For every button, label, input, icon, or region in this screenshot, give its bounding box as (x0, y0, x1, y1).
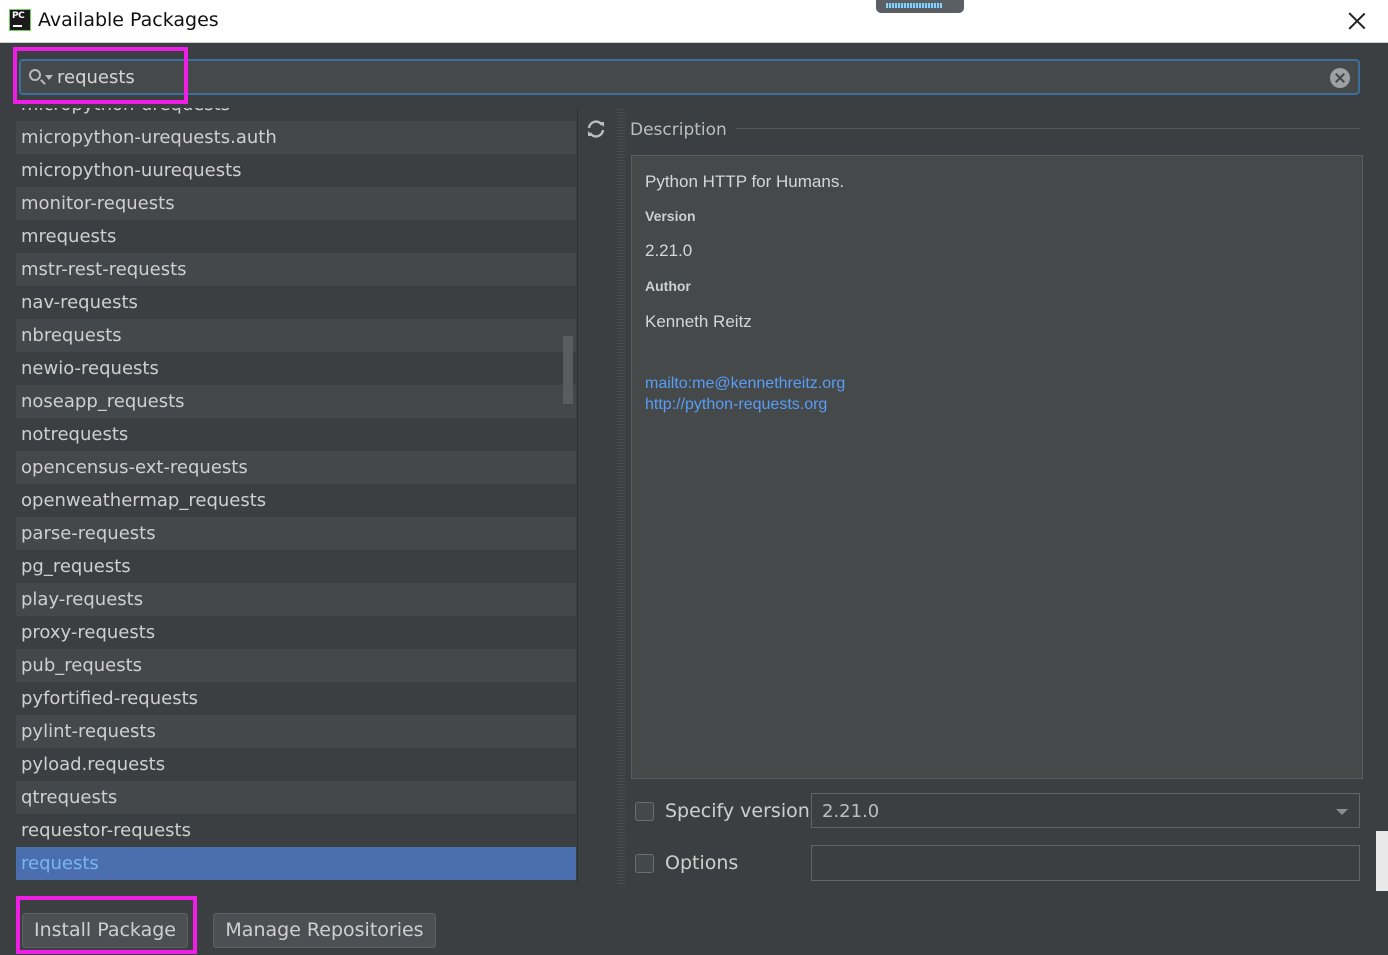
chevron-down-icon (1336, 809, 1348, 815)
background-window-edge (1376, 831, 1388, 891)
close-icon[interactable] (1344, 8, 1370, 34)
search-input[interactable] (57, 63, 1317, 91)
package-list-item[interactable]: mrequests (16, 220, 576, 253)
description-label: Description (630, 120, 727, 140)
list-scrollbar-thumb[interactable] (563, 336, 573, 404)
install-highlight-box (16, 896, 197, 954)
package-list-item[interactable]: newio-requests (16, 352, 576, 385)
package-list-item[interactable]: requests (16, 847, 576, 880)
package-list-item[interactable]: micropython-urequests (16, 108, 576, 121)
package-list-item[interactable]: monitor-requests (16, 187, 576, 220)
package-list-item[interactable]: pylint-requests (16, 715, 576, 748)
package-list-item[interactable]: requestor-requests (16, 814, 576, 847)
search-box[interactable] (19, 59, 1360, 95)
meter-widget (876, 0, 964, 13)
package-list[interactable]: micropython-urequestsmicropython-ureques… (16, 108, 576, 884)
package-list-item[interactable]: pg_requests (16, 550, 576, 583)
description-divider (736, 128, 1360, 129)
version-value: 2.21.0 (645, 241, 693, 260)
pycharm-icon: PC (9, 9, 31, 31)
package-list-item[interactable]: pyfortified-requests (16, 682, 576, 715)
package-list-item[interactable]: proxy-requests (16, 616, 576, 649)
package-list-item[interactable]: micropython-uurequests (16, 154, 576, 187)
package-list-item[interactable]: pub_requests (16, 649, 576, 682)
package-list-item[interactable]: qtrequests (16, 781, 576, 814)
package-list-item[interactable]: nbrequests (16, 319, 576, 352)
version-key: Version (645, 208, 696, 224)
package-list-item[interactable]: noseapp_requests (16, 385, 576, 418)
package-list-item[interactable]: pyload.requests (16, 748, 576, 781)
package-list-item[interactable]: notrequests (16, 418, 576, 451)
description-panel: Python HTTP for Humans. Version 2.21.0 A… (631, 155, 1363, 779)
package-list-rows: micropython-urequestsmicropython-ureques… (16, 108, 576, 880)
author-value: Kenneth Reitz (645, 312, 752, 331)
options-input[interactable] (811, 845, 1360, 881)
specify-version-checkbox[interactable] (635, 802, 654, 821)
search-highlight-box (13, 47, 188, 104)
refresh-icon[interactable] (586, 119, 606, 139)
package-list-item[interactable]: play-requests (16, 583, 576, 616)
package-list-item[interactable]: parse-requests (16, 517, 576, 550)
version-dropdown-value: 2.21.0 (822, 801, 880, 822)
package-list-item[interactable]: mstr-rest-requests (16, 253, 576, 286)
options-checkbox[interactable] (635, 854, 654, 873)
package-list-item[interactable]: micropython-urequests.auth (16, 121, 576, 154)
package-summary: Python HTTP for Humans. (645, 172, 845, 191)
clear-search-icon[interactable] (1330, 68, 1350, 88)
version-dropdown[interactable]: 2.21.0 (811, 793, 1360, 828)
author-email-link[interactable]: mailto:me@kennethreitz.org (645, 375, 845, 393)
window-title: Available Packages (38, 9, 219, 31)
meter-icon (886, 3, 942, 8)
title-bar: PC Available Packages (0, 0, 1388, 43)
author-key: Author (645, 278, 691, 294)
homepage-link[interactable]: http://python-requests.org (645, 396, 827, 414)
list-toolbar (577, 108, 614, 884)
app-icon-text: PC (12, 11, 25, 21)
specify-version-label: Specify version (665, 800, 810, 822)
package-list-item[interactable]: nav-requests (16, 286, 576, 319)
package-list-item[interactable]: opencensus-ext-requests (16, 451, 576, 484)
package-list-item[interactable]: openweathermap_requests (16, 484, 576, 517)
manage-repositories-button[interactable]: Manage Repositories (213, 913, 436, 948)
panel-splitter[interactable] (617, 108, 625, 884)
options-label: Options (665, 852, 739, 874)
